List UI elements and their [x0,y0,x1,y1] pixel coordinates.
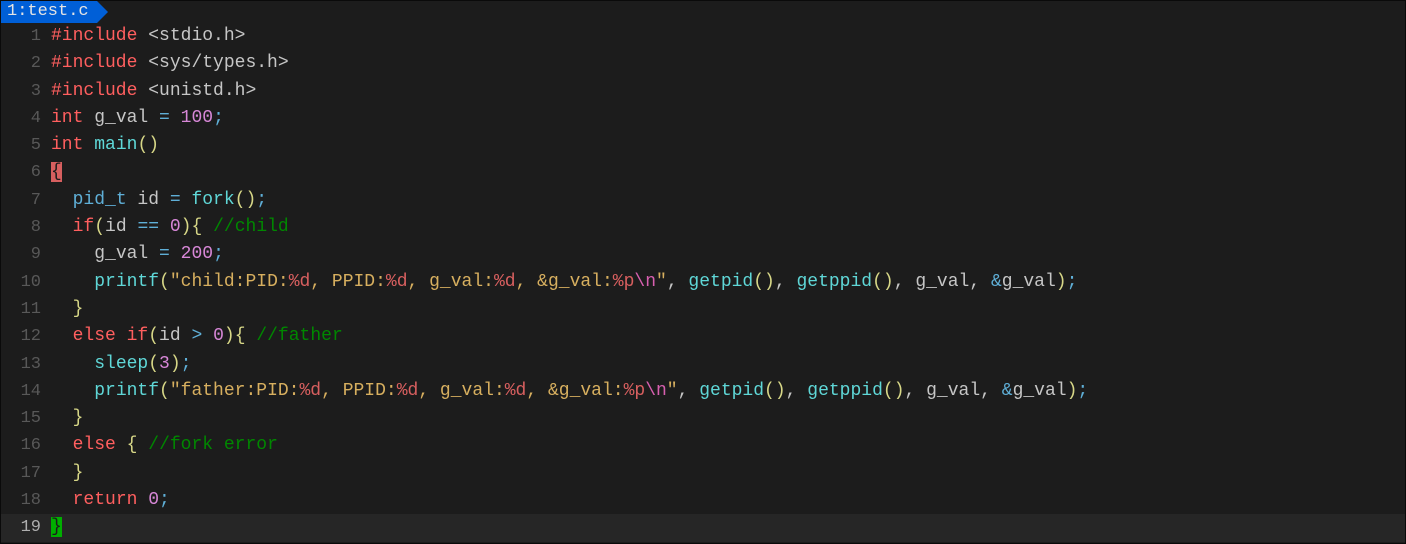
code-line-current[interactable]: 19 } [1,514,1405,541]
line-number: 18 [1,487,47,514]
code-content[interactable]: #include <sys/types.h> [47,50,1405,77]
brace-match-close: } [51,517,62,537]
code-line[interactable]: 12 else if(id > 0){ //father [1,323,1405,350]
code-content[interactable]: int g_val = 100; [47,105,1405,132]
code-content[interactable]: pid_t id = fork(); [47,187,1405,214]
line-number: 12 [1,323,47,350]
line-number: 11 [1,296,47,323]
code-content[interactable]: printf("father:PID:%d, PPID:%d, g_val:%d… [47,378,1405,405]
line-number: 17 [1,460,47,487]
code-line[interactable]: 8 if(id == 0){ //child [1,214,1405,241]
line-number: 5 [1,132,47,159]
line-number: 4 [1,105,47,132]
code-line[interactable]: 1 #include <stdio.h> [1,23,1405,50]
code-content[interactable]: else if(id > 0){ //father [47,323,1405,350]
line-number: 1 [1,23,47,50]
line-number: 16 [1,432,47,459]
code-line[interactable]: 5 int main() [1,132,1405,159]
code-line[interactable]: 17 } [1,460,1405,487]
code-line[interactable]: 6 { [1,159,1405,186]
tab-filename: test.c [27,2,88,22]
code-line[interactable]: 11 } [1,296,1405,323]
code-editor[interactable]: 1 #include <stdio.h> 2 #include <sys/typ… [1,23,1405,542]
brace-match-open: { [51,162,62,182]
code-line[interactable]: 2 #include <sys/types.h> [1,50,1405,77]
code-content[interactable]: #include <unistd.h> [47,78,1405,105]
line-number: 13 [1,351,47,378]
code-line[interactable]: 16 else { //fork error [1,432,1405,459]
code-line[interactable]: 13 sleep(3); [1,351,1405,378]
code-line[interactable]: 7 pid_t id = fork(); [1,187,1405,214]
code-content[interactable]: if(id == 0){ //child [47,214,1405,241]
code-line[interactable]: 15 } [1,405,1405,432]
code-content[interactable]: #include <stdio.h> [47,23,1405,50]
tab-bar: 1: test.c [1,1,1405,23]
code-content[interactable]: { [47,159,1405,186]
line-number: 6 [1,159,47,186]
line-number: 8 [1,214,47,241]
tab-index: 1 [7,2,17,22]
code-content[interactable]: else { //fork error [47,432,1405,459]
code-line[interactable]: 3 #include <unistd.h> [1,78,1405,105]
code-content[interactable]: } [47,405,1405,432]
code-content[interactable]: printf("child:PID:%d, PPID:%d, g_val:%d,… [47,269,1405,296]
code-content[interactable]: } [47,514,1405,541]
code-content[interactable]: int main() [47,132,1405,159]
line-number: 9 [1,241,47,268]
line-number: 10 [1,269,47,296]
code-line[interactable]: 18 return 0; [1,487,1405,514]
line-number: 14 [1,378,47,405]
code-content[interactable]: sleep(3); [47,351,1405,378]
code-content[interactable]: } [47,460,1405,487]
code-content[interactable]: return 0; [47,487,1405,514]
code-line[interactable]: 4 int g_val = 100; [1,105,1405,132]
code-line[interactable]: 10 printf("child:PID:%d, PPID:%d, g_val:… [1,269,1405,296]
line-number: 7 [1,187,47,214]
line-number: 19 [1,514,47,541]
code-content[interactable]: } [47,296,1405,323]
code-line[interactable]: 9 g_val = 200; [1,241,1405,268]
code-line[interactable]: 14 printf("father:PID:%d, PPID:%d, g_val… [1,378,1405,405]
tab-active[interactable]: 1: test.c [1,1,97,23]
code-content[interactable]: g_val = 200; [47,241,1405,268]
line-number: 2 [1,50,47,77]
line-number: 15 [1,405,47,432]
tab-sep: : [17,2,27,22]
line-number: 3 [1,78,47,105]
